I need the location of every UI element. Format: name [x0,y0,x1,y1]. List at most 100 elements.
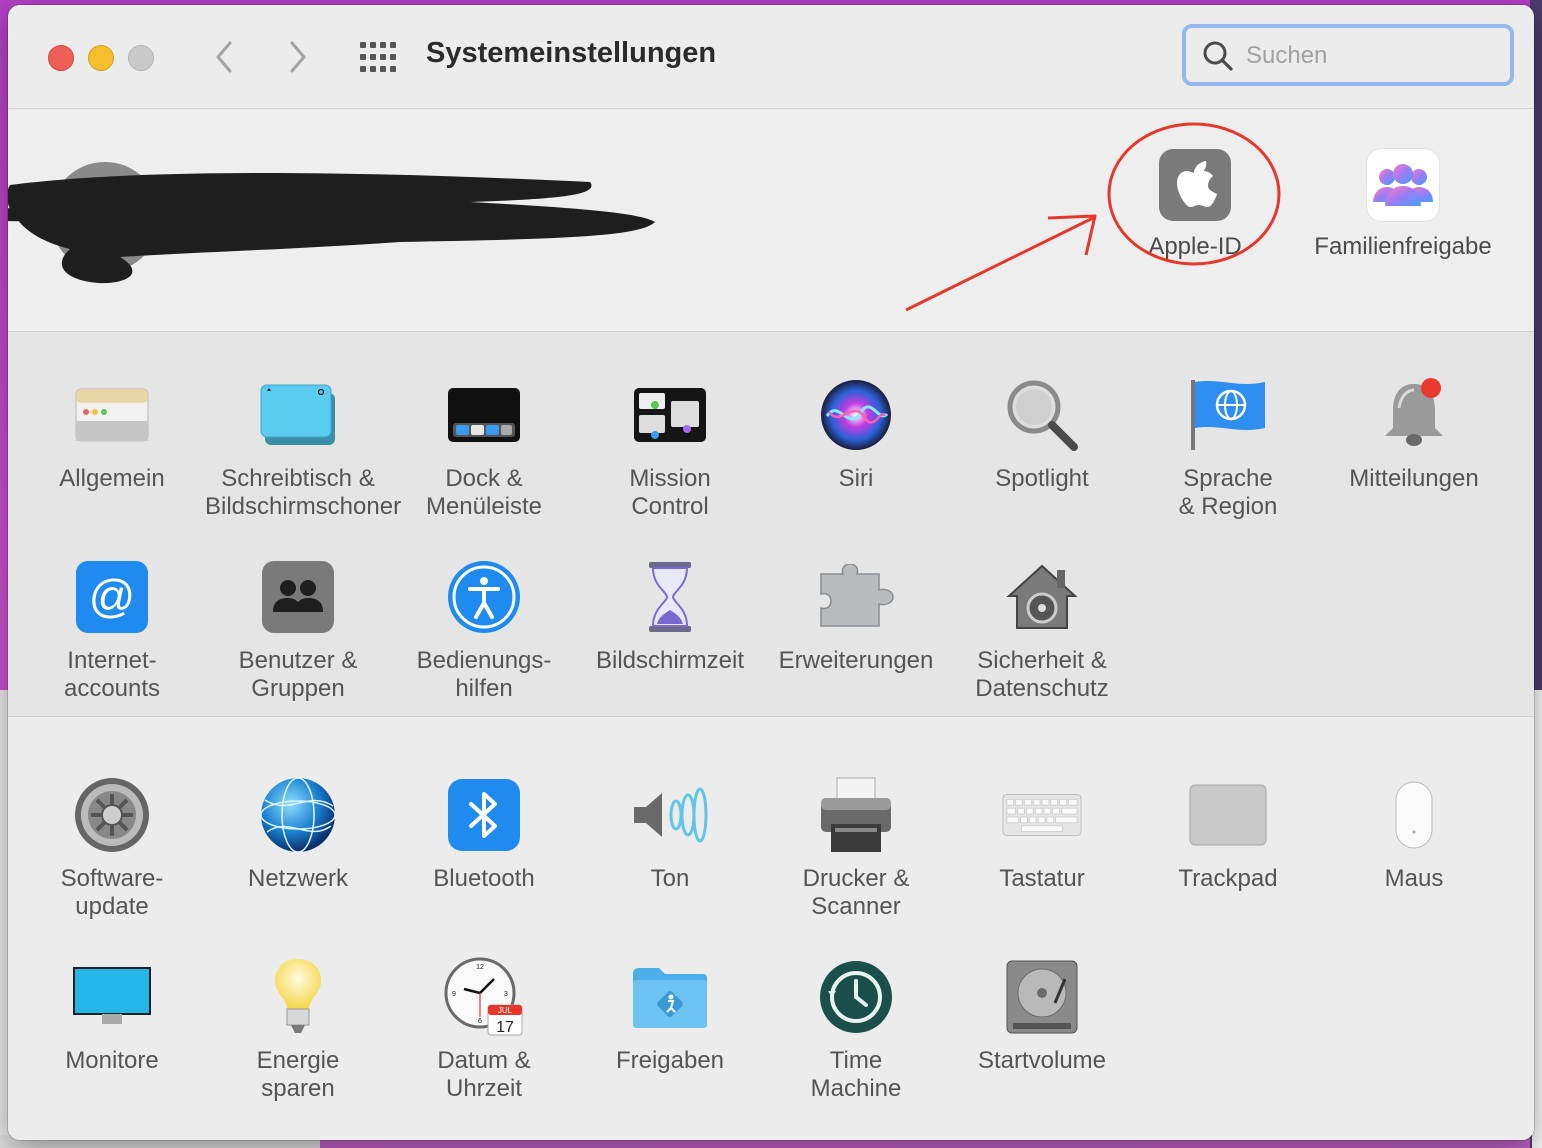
pref-label: Benutzer & Gruppen [238,647,358,702]
keyboard-icon [1002,775,1082,855]
zoom-window-button[interactable] [128,45,154,71]
security-icon [1002,557,1082,637]
forward-button[interactable] [278,37,318,77]
pref-keyboard[interactable]: Tastatur [949,775,1135,893]
family-sharing-pref[interactable]: Familienfreigabe [1303,149,1503,261]
pref-notifications[interactable]: Mitteilungen [1321,375,1507,493]
redacted-user-info [8,162,655,284]
pref-label: Maus [1384,865,1444,892]
pref-label: Spotlight [995,465,1089,492]
language-flag-icon [1188,375,1268,455]
calendar-month: JUL [498,1006,513,1015]
pref-label: Ton [650,865,690,892]
back-button[interactable] [204,37,244,77]
mission-control-icon [630,375,710,455]
pref-time-machine[interactable]: Time Machine [763,957,949,1103]
svg-text:12: 12 [476,964,484,971]
users-groups-icon [258,557,338,637]
trackpad-icon [1188,775,1268,855]
pref-general[interactable]: Allgemein [19,375,205,493]
svg-text:6: 6 [478,1018,482,1025]
apple-id-pref[interactable]: Apple-ID [1126,149,1264,261]
system-preferences-window: Systemeinstellungen Apple-ID [8,5,1534,1140]
time-machine-icon [816,957,896,1037]
pref-users-groups[interactable]: Benutzer & Gruppen [205,557,391,703]
pref-label: Startvolume [977,1047,1107,1074]
chevron-right-icon [290,41,306,73]
close-window-button[interactable] [48,45,74,71]
spotlight-icon [1002,375,1082,455]
network-icon [258,775,338,855]
pref-label: Bedienungs- hilfen [416,647,552,702]
svg-text:@: @ [89,570,136,622]
pref-label: Monitore [65,1047,159,1074]
printer-icon [816,775,896,855]
desktop-screensaver-icon [258,375,338,455]
pref-internet-accounts[interactable]: @ Internet- accounts [19,557,205,703]
pref-extensions[interactable]: Erweiterungen [763,557,949,675]
pref-bluetooth[interactable]: Bluetooth [391,775,577,893]
family-sharing-label: Familienfreigabe [1314,233,1492,260]
pref-label: Sicherheit & Datenschutz [975,647,1109,702]
software-update-icon [72,775,152,855]
pref-label: Internet- accounts [63,647,161,702]
pref-language-region[interactable]: Sprache & Region [1135,375,1321,521]
pref-screen-time[interactable]: Bildschirmzeit [577,557,763,675]
pref-label: Mission Control [629,465,711,520]
pref-label: Schreibtisch & Bildschirmschoner [205,465,402,520]
pref-desktop-screensaver[interactable]: Schreibtisch & Bildschirmschoner [205,375,402,521]
pref-label: Freigaben [615,1047,725,1074]
pref-sound[interactable]: Ton [577,775,763,893]
chevron-left-icon [216,41,232,73]
search-icon [1203,41,1233,71]
pref-label: Tastatur [999,865,1085,892]
pref-sharing[interactable]: Freigaben [577,957,763,1075]
pref-label: Energie sparen [256,1047,340,1102]
pref-label: Erweiterungen [778,647,934,674]
notifications-bell-icon [1374,375,1454,455]
pref-mouse[interactable]: Maus [1321,775,1507,893]
pref-date-time[interactable]: 12 3 6 9 JUL 17 Datum & Uhrzeit [391,957,577,1103]
pref-label: Bildschirmzeit [595,647,745,674]
pref-label: Trackpad [1178,865,1278,892]
pref-mission-control[interactable]: Mission Control [577,375,763,521]
pref-spotlight[interactable]: Spotlight [949,375,1135,493]
account-section: Apple-ID Familienfreigabe [8,109,1534,332]
pref-label: Bluetooth [433,865,535,892]
energy-bulb-icon [258,957,338,1037]
clock-calendar-icon: 12 3 6 9 JUL 17 [444,957,524,1037]
pref-label: Time Machine [810,1047,902,1102]
grid-icon [360,42,396,72]
pref-network[interactable]: Netzwerk [205,775,391,893]
pref-label: Dock & Menüleiste [425,465,543,520]
pref-dock[interactable]: Dock & Menüleiste [391,375,577,521]
pref-siri[interactable]: Siri [763,375,949,493]
minimize-window-button[interactable] [88,45,114,71]
pref-printers[interactable]: Drucker & Scanner [763,775,949,921]
bluetooth-icon [444,775,524,855]
search-field[interactable] [1182,24,1514,86]
pref-label: Netzwerk [247,865,349,892]
svg-text:9: 9 [452,991,456,998]
pref-monitors[interactable]: Monitore [19,957,205,1075]
extensions-icon [816,557,896,637]
monitor-icon [72,957,152,1037]
search-input[interactable] [1244,38,1498,74]
pref-startup-disk[interactable]: Startvolume [949,957,1135,1075]
pref-label: Datum & Uhrzeit [437,1047,531,1102]
pref-trackpad[interactable]: Trackpad [1135,775,1321,893]
calendar-day: 17 [496,1019,514,1036]
siri-icon [816,375,896,455]
pref-accessibility[interactable]: Bedienungs- hilfen [391,557,577,703]
apple-logo-icon [1159,149,1231,221]
accessibility-icon [444,557,524,637]
pref-label: Siri [838,465,874,492]
show-all-button[interactable] [358,40,398,74]
screen-time-icon [630,557,710,637]
pref-energy[interactable]: Energie sparen [205,957,391,1103]
pref-security[interactable]: Sicherheit & Datenschutz [949,557,1135,703]
internet-accounts-icon: @ [72,557,152,637]
pref-software-update[interactable]: Software- update [19,775,205,921]
svg-text:3: 3 [504,991,508,998]
mouse-icon [1374,775,1454,855]
